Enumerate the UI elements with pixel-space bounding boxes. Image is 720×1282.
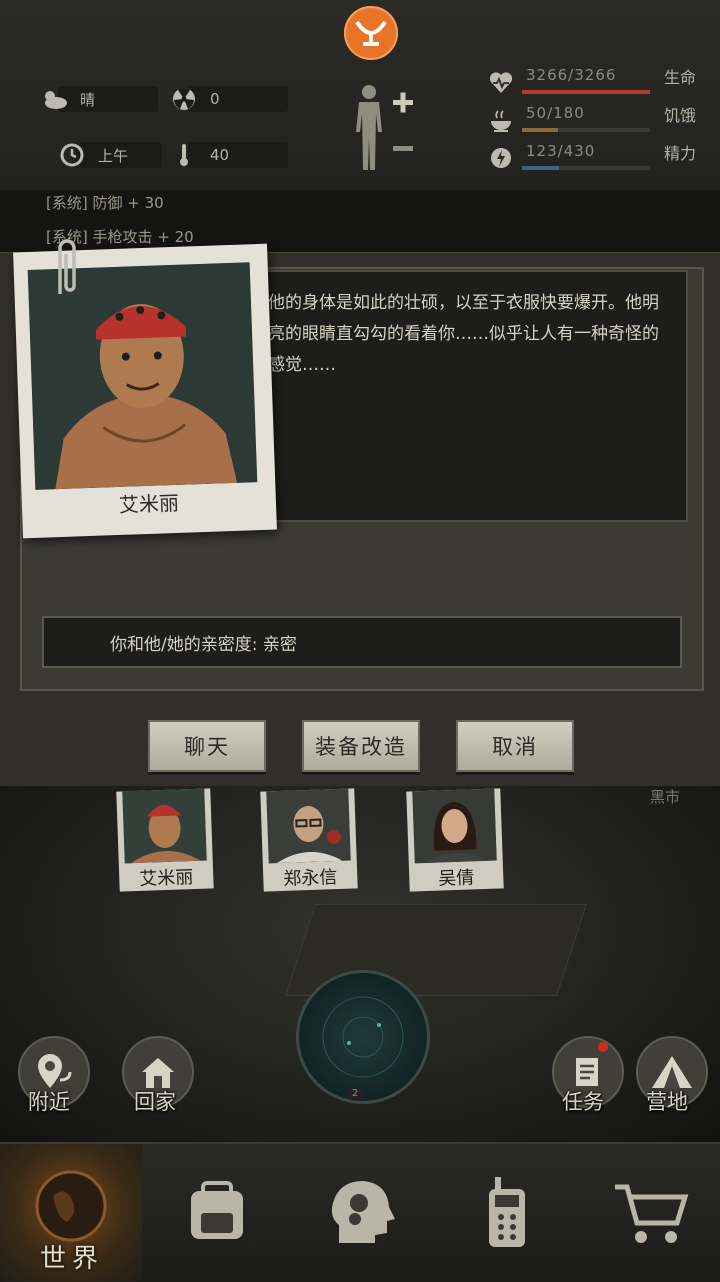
- paperclip-icon: [52, 236, 82, 302]
- vital-hunger: 50/180 饥饿: [482, 104, 702, 138]
- notification-dot: [598, 1042, 608, 1052]
- health-label: 生命: [663, 68, 696, 87]
- nav-skills[interactable]: [290, 1144, 432, 1282]
- weather-value: 晴: [80, 90, 96, 109]
- nav-shop[interactable]: [580, 1144, 720, 1282]
- npc-portrait: [412, 788, 497, 864]
- npc-card-zheng[interactable]: 郑永信: [260, 788, 358, 892]
- energy-bar: [522, 166, 650, 170]
- radar-count: 2: [346, 1088, 365, 1099]
- globe-icon: [35, 1170, 107, 1242]
- shopping-cart-icon: [615, 1184, 689, 1243]
- head-gear-icon: [331, 1181, 395, 1243]
- vital-health: 3266/3266 生命: [482, 66, 702, 100]
- bowl-icon: [491, 110, 511, 132]
- black-market-label[interactable]: 黑市: [650, 786, 680, 807]
- affinity-text: 你和他/她的亲密度: 亲密: [110, 635, 297, 655]
- home-label[interactable]: 回家: [134, 1086, 176, 1116]
- energy-value: 123/430: [526, 142, 596, 160]
- radiation-pill: 0: [173, 86, 288, 112]
- app-logo-icon[interactable]: [344, 6, 398, 60]
- temperature-value: 40: [210, 146, 230, 164]
- body-status-figure[interactable]: [352, 84, 422, 176]
- nav-world-label: 世界: [40, 1244, 105, 1274]
- character-description: 他的身体是如此的壮硕，以至于衣服快要爆开。他明亮的眼睛直勾勾的看着你……似乎让人…: [268, 293, 659, 375]
- equip-modify-button[interactable]: 装备改造: [302, 720, 420, 772]
- thermometer-icon: [170, 141, 198, 169]
- radar-scanner[interactable]: [296, 970, 430, 1104]
- npc-name: 艾米丽: [138, 867, 194, 890]
- npc-card-wu[interactable]: 吴倩: [406, 788, 504, 892]
- location-scene: 黑市 艾米丽 郑永信 吴倩 2 附近 回家 任务 营地: [0, 786, 720, 1142]
- energy-label: 精力: [663, 144, 696, 163]
- status-header: 晴 0 上午 40 3266/3266 生命 50/180 饥饿 123/430…: [0, 0, 720, 190]
- time-pill: 上午: [60, 142, 162, 168]
- hunger-label: 饥饿: [663, 106, 696, 125]
- hunger-value: 50/180: [526, 104, 585, 122]
- health-value: 3266/3266: [526, 66, 617, 84]
- log-line: [系统] 防御 + 30: [46, 194, 164, 212]
- health-bar: [522, 90, 650, 94]
- npc-portrait: [266, 788, 351, 864]
- cancel-button[interactable]: 取消: [456, 720, 574, 772]
- nav-radio[interactable]: [436, 1144, 578, 1282]
- time-value: 上午: [98, 146, 129, 165]
- radiation-value: 0: [210, 90, 220, 108]
- npc-name: 吴倩: [437, 867, 475, 890]
- walkie-talkie-icon: [489, 1177, 525, 1247]
- tasks-label[interactable]: 任务: [562, 1086, 604, 1116]
- brain-bolt-icon: [491, 148, 511, 168]
- hunger-bar: [522, 128, 650, 132]
- bottom-navigation: 世界: [0, 1142, 720, 1282]
- clock-icon: [58, 141, 86, 169]
- backpack-icon: [191, 1181, 243, 1239]
- affinity-box: 你和他/她的亲密度: 亲密: [42, 616, 682, 668]
- radiation-icon: [170, 85, 198, 113]
- character-description-box: 他的身体是如此的壮硕，以至于衣服快要爆开。他明亮的眼睛直勾勾的看着你……似乎让人…: [250, 270, 688, 522]
- weather-pill: 晴: [45, 86, 158, 112]
- nav-backpack[interactable]: [146, 1144, 288, 1282]
- chat-button[interactable]: 聊天: [148, 720, 266, 772]
- temperature-pill: 40: [180, 142, 288, 168]
- portrait-name: 艾米丽: [118, 490, 180, 517]
- nav-world[interactable]: 世界: [0, 1144, 142, 1282]
- npc-card-emily[interactable]: 艾米丽: [116, 788, 214, 892]
- heart-pulse-icon: [489, 72, 513, 93]
- vital-energy: 123/430 精力: [482, 142, 702, 176]
- cloud-sun-icon: [40, 85, 68, 113]
- npc-name: 郑永信: [282, 867, 338, 890]
- npc-portrait: [122, 788, 207, 864]
- nearby-label[interactable]: 附近: [28, 1086, 70, 1116]
- camp-label[interactable]: 营地: [646, 1086, 688, 1116]
